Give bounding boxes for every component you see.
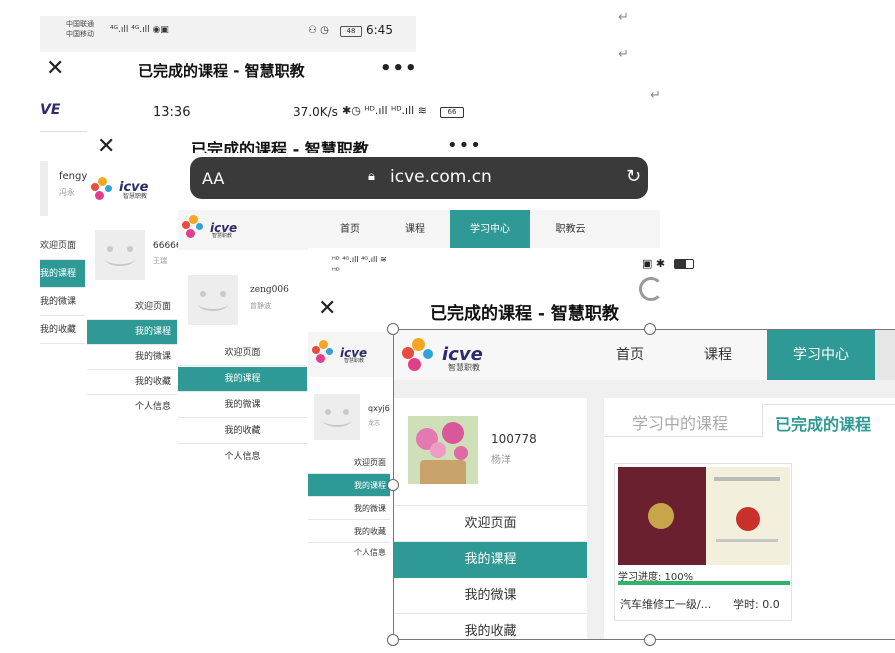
- menu-item-profile[interactable]: 个人信息: [178, 445, 307, 470]
- avatar: [314, 394, 360, 440]
- user-id: 100778: [491, 432, 537, 446]
- lock-icon: 🔒︎: [368, 169, 375, 184]
- user-subname: 龙志: [368, 420, 381, 427]
- menu-item-favorites[interactable]: 我的收藏: [87, 370, 177, 395]
- nav-courses[interactable]: 课程: [678, 330, 758, 380]
- resize-handle-top-left[interactable]: [387, 323, 399, 335]
- battery-icon: [674, 259, 694, 269]
- page-title: 已完成的课程 - 智慧职教: [430, 304, 619, 324]
- nav-courses[interactable]: 课程: [383, 210, 447, 250]
- menu-item-profile[interactable]: 个人信息: [87, 395, 177, 420]
- reload-icon[interactable]: ↻: [626, 166, 641, 187]
- avatar: [40, 161, 48, 216]
- menu-item-welcome[interactable]: 欢迎页面: [178, 341, 307, 366]
- nav-home[interactable]: 首页: [590, 330, 670, 380]
- user-name: zeng006: [250, 285, 289, 295]
- menu-item-welcome[interactable]: 欢迎页面: [40, 232, 85, 260]
- tab-learning-courses[interactable]: 学习中的课程: [632, 410, 728, 434]
- rotate-handle-icon[interactable]: [639, 277, 663, 301]
- close-icon[interactable]: ✕: [46, 56, 64, 81]
- progress-fill: [618, 581, 790, 585]
- menu-item-favorites[interactable]: 我的收藏: [308, 520, 390, 543]
- nav-zhijiaoyun[interactable]: 职教云: [533, 210, 608, 250]
- user-name: 杨洋: [491, 455, 511, 466]
- text-size-button[interactable]: AA: [202, 169, 224, 188]
- resize-handle-middle-left[interactable]: [387, 479, 399, 491]
- menu-item-my-microcourses[interactable]: 我的微课: [394, 578, 587, 614]
- menu-item-my-courses[interactable]: 我的课程: [178, 367, 307, 392]
- nav-learning-center[interactable]: 学习中心: [767, 330, 875, 380]
- course-hours: 学时: 0.0: [733, 598, 780, 611]
- status-time: 13:36: [153, 105, 191, 120]
- menu-item-favorites[interactable]: 我的收藏: [40, 316, 85, 344]
- user-name: fengy: [59, 171, 88, 182]
- network-speed: 37.0K/s: [293, 105, 338, 119]
- screenshot-5-selected[interactable]: icve 智慧职教 首页 课程 学习中心 100778 杨洋 欢迎页面 我的课程…: [393, 329, 895, 640]
- menu-item-favorites[interactable]: 我的收藏: [394, 614, 587, 639]
- menu-item-my-courses[interactable]: 我的课程: [394, 542, 587, 578]
- course-name: 汽车维修工一级/...: [620, 598, 712, 611]
- page-title: 已完成的课程 - 智慧职教: [138, 62, 305, 80]
- status-bar: 中国联通 中国移动 ⁴ᴳ.ıll ⁴ᴳ.ıll ◉▣ ⚇ ◷ 48 6:45: [40, 16, 416, 52]
- menu-item-my-microcourses[interactable]: 我的微课: [178, 393, 307, 418]
- battery-icon: 48: [340, 26, 362, 37]
- logo-fragment: VE: [40, 102, 61, 118]
- url-text: icve.com.cn: [390, 167, 492, 187]
- menu-item-my-courses[interactable]: 我的课程: [40, 260, 85, 288]
- menu-item-welcome[interactable]: 欢迎页面: [308, 451, 390, 474]
- signal-icon: ᴴᴰ ⁴ᴳ.ıll ⁴ᴳ.ıll ≋ ᴴᴰ: [332, 255, 387, 275]
- progress-track: [618, 581, 790, 585]
- nav-item-partial[interactable]: [875, 330, 895, 380]
- main-panel: 学习中的课程 已完成的课程 学习进度: 100% 汽车维修工一级/... 学时:…: [604, 398, 895, 639]
- menu-item-my-microcourses[interactable]: 我的微课: [87, 345, 177, 370]
- menu-item-favorites[interactable]: 我的收藏: [178, 419, 307, 444]
- nav-home[interactable]: 首页: [318, 210, 382, 250]
- title-bar: ✕ 已完成的课程 - 智慧职教 •••: [40, 52, 416, 88]
- menu-item-my-microcourses[interactable]: 我的微课: [308, 497, 390, 520]
- tab-completed-courses[interactable]: 已完成的课程: [762, 404, 895, 438]
- resize-handle-bottom-middle[interactable]: [644, 634, 656, 646]
- resize-handle-bottom-left[interactable]: [387, 634, 399, 646]
- return-mark-icon: ↵: [618, 10, 629, 25]
- avatar: [408, 416, 478, 484]
- nfc-bluetooth-icon: ▣ ✱: [642, 257, 666, 270]
- menu-item-my-courses[interactable]: 我的课程: [87, 320, 177, 345]
- menu-item-my-courses[interactable]: 我的课程: [308, 474, 390, 497]
- battery-icon: 66: [440, 107, 464, 118]
- user-subname: 冯永: [59, 188, 75, 197]
- course-card[interactable]: 学习进度: 100% 汽车维修工一级/... 学时: 0.0: [614, 463, 792, 621]
- menu-item-my-microcourses[interactable]: 我的微课: [40, 288, 85, 316]
- sidebar: 100778 杨洋 欢迎页面 我的课程 我的微课 我的收藏: [394, 398, 587, 639]
- close-icon[interactable]: ✕: [97, 134, 115, 159]
- close-icon[interactable]: ✕: [318, 296, 336, 321]
- avatar: [188, 275, 238, 325]
- return-mark-icon: ↵: [618, 47, 629, 62]
- course-thumbnail: [618, 467, 790, 565]
- nav-learning-center[interactable]: 学习中心: [450, 210, 530, 250]
- status-time: 6:45: [366, 23, 393, 37]
- more-icon[interactable]: •••: [380, 58, 416, 79]
- signal-icon: ✱◷ ᴴᴰ.ıll ᴴᴰ.ıll ≋: [342, 104, 427, 117]
- user-name: qxyj6: [368, 404, 390, 413]
- menu-item-welcome[interactable]: 欢迎页面: [394, 506, 587, 542]
- avatar: [95, 230, 145, 280]
- resize-handle-top-middle[interactable]: [644, 323, 656, 335]
- menu-item-welcome[interactable]: 欢迎页面: [87, 295, 177, 320]
- alarm-icon: ⚇ ◷: [308, 25, 329, 36]
- user-subname: 王瑞: [153, 257, 167, 265]
- browser-address-bar[interactable]: AA 🔒︎ icve.com.cn ↻: [190, 157, 648, 199]
- signal-icon: ⁴ᴳ.ıll ⁴ᴳ.ıll ◉▣: [110, 25, 169, 35]
- carrier-info: 中国联通 中国移动: [66, 20, 94, 38]
- user-subname: 曾静波: [250, 302, 271, 310]
- return-mark-icon: ↵: [650, 88, 661, 103]
- menu-item-profile[interactable]: 个人信息: [308, 542, 390, 563]
